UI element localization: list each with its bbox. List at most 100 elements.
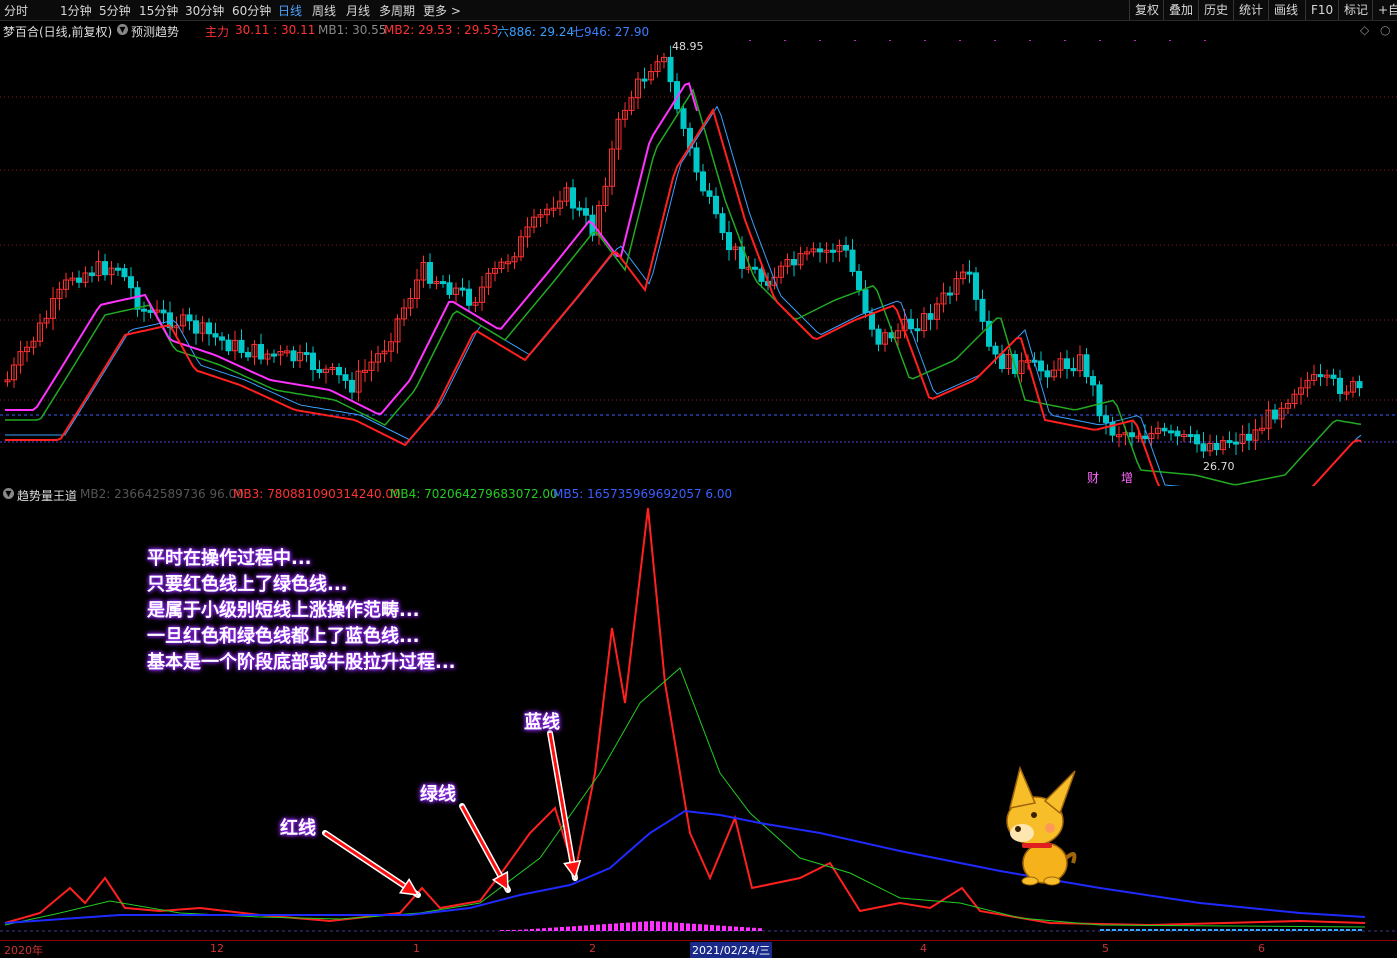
volume-bar xyxy=(620,923,624,931)
volume-bar xyxy=(662,921,666,931)
candle-body xyxy=(245,351,251,358)
tab-60min[interactable]: 60分钟 xyxy=(232,2,271,19)
candle-body xyxy=(979,298,986,322)
candle-body xyxy=(914,328,921,332)
liu-value: 六886: 29.24 xyxy=(497,25,575,39)
candle-body xyxy=(849,249,856,272)
blue-indicator-line xyxy=(4,809,1366,924)
candle-body xyxy=(316,369,323,373)
stats-button[interactable]: 统计 xyxy=(1233,0,1268,20)
candle-body xyxy=(147,309,154,313)
volume-bar xyxy=(668,922,672,931)
candle-body xyxy=(238,339,245,353)
dog-cheek xyxy=(1045,823,1055,833)
candle-body xyxy=(1194,434,1200,445)
signal-dot xyxy=(1099,40,1101,41)
candle-body xyxy=(1317,374,1324,378)
note-line: 是属于小级别短线上涨操作范畴... xyxy=(147,600,420,621)
volume-bar xyxy=(1268,929,1272,931)
predict-trend-label[interactable]: 预测趋势 xyxy=(131,23,179,40)
draw-line-button[interactable]: 画线 xyxy=(1268,0,1303,20)
volume-bar xyxy=(506,930,510,931)
chevron-down-icon[interactable]: ▼ xyxy=(117,24,128,35)
overlay-button[interactable]: 叠加 xyxy=(1163,0,1198,20)
candle-body xyxy=(76,277,82,283)
tab-daily[interactable]: 日线 xyxy=(278,2,302,19)
volume-bar xyxy=(716,925,720,931)
volume-bar xyxy=(1184,929,1188,931)
candle-body xyxy=(141,308,147,312)
tab-fenshi[interactable]: 分时 xyxy=(4,2,28,19)
volume-bar xyxy=(1106,929,1110,931)
tab-multi-period[interactable]: 多周期 xyxy=(379,2,415,19)
candle-body xyxy=(680,108,687,129)
tab-5min[interactable]: 5分钟 xyxy=(99,2,131,19)
volume-bar xyxy=(572,926,576,931)
arrow-shaft xyxy=(548,732,577,879)
volume-bar xyxy=(614,923,618,931)
annotation-note: 平时在操作过程中... 只要红色线上了绿色线... 是属于小级别短线上涨操作范畴… xyxy=(147,546,456,676)
candle-body xyxy=(1142,435,1148,440)
dog-paw xyxy=(1043,876,1061,886)
candle-body xyxy=(1337,377,1343,394)
signal-dot xyxy=(1134,40,1136,41)
tab-1min[interactable]: 1分钟 xyxy=(60,2,92,19)
candle-body xyxy=(667,56,674,83)
tab-more[interactable]: 更多 > xyxy=(423,2,461,19)
volume-bar xyxy=(1130,929,1134,931)
candle-body xyxy=(752,266,758,270)
volume-bar xyxy=(698,924,702,931)
price-chart[interactable]: 48.95 26.70 财 增 xyxy=(0,40,1397,486)
green-line-tag: 绿线 xyxy=(420,784,456,805)
volume-bar xyxy=(1148,929,1152,931)
volume-bar xyxy=(1208,929,1212,931)
candle-body xyxy=(1226,440,1233,444)
tab-monthly[interactable]: 月线 xyxy=(346,2,370,19)
volume-bar xyxy=(1304,929,1308,931)
red-line-tag: 红线 xyxy=(280,818,316,839)
volume-bar xyxy=(1280,929,1284,931)
candle-body xyxy=(973,272,979,300)
candle-body xyxy=(206,322,212,335)
tab-30min[interactable]: 30分钟 xyxy=(185,2,224,19)
volume-bar xyxy=(644,921,648,931)
candle-body xyxy=(1129,432,1135,438)
candle-body xyxy=(1330,374,1337,379)
marker-cai[interactable]: 财 xyxy=(1087,471,1099,485)
history-button[interactable]: 历史 xyxy=(1198,0,1233,20)
diamond-icon[interactable]: ◇ xyxy=(1360,23,1369,37)
mark-button[interactable]: 标记 xyxy=(1338,0,1373,20)
indicator-title[interactable]: 趋势量王道 xyxy=(17,487,77,504)
volume-bar xyxy=(656,921,660,931)
volume-bar xyxy=(536,928,540,931)
candle-body xyxy=(1356,381,1363,389)
candle-body xyxy=(349,379,355,393)
dog-nose xyxy=(1015,826,1021,832)
candle-body xyxy=(1213,443,1220,451)
volume-bar xyxy=(1274,929,1278,931)
marker-zeng[interactable]: 增 xyxy=(1121,471,1133,485)
volume-bar xyxy=(1178,929,1182,931)
chevron-down-icon[interactable]: ▼ xyxy=(3,488,14,499)
candle-body xyxy=(1187,434,1194,438)
candle-body xyxy=(1246,433,1252,441)
candle-body xyxy=(1038,360,1044,372)
volume-bar xyxy=(1202,929,1206,931)
f10-button[interactable]: F10 xyxy=(1305,0,1338,20)
volume-bar xyxy=(704,924,708,931)
volume-bar xyxy=(626,922,630,931)
candle-body xyxy=(1233,441,1239,445)
tab-weekly[interactable]: 周线 xyxy=(312,2,336,19)
volume-bar xyxy=(1112,929,1116,931)
candle-body xyxy=(700,171,706,192)
volume-bar xyxy=(632,922,636,931)
mb2-value: MB2: 29.53 : 29.53 xyxy=(384,23,499,37)
add-watchlist-button[interactable]: +自选 xyxy=(1372,0,1397,20)
fuquan-button[interactable]: 复权 xyxy=(1129,0,1164,20)
signal-dot xyxy=(994,40,996,41)
circle-outline-icon[interactable]: ○ xyxy=(1380,23,1390,37)
candle-body xyxy=(102,261,108,276)
candle-body xyxy=(1174,430,1181,437)
tab-15min[interactable]: 15分钟 xyxy=(139,2,178,19)
stock-title: 梦百合(日线,前复权) xyxy=(3,25,113,39)
